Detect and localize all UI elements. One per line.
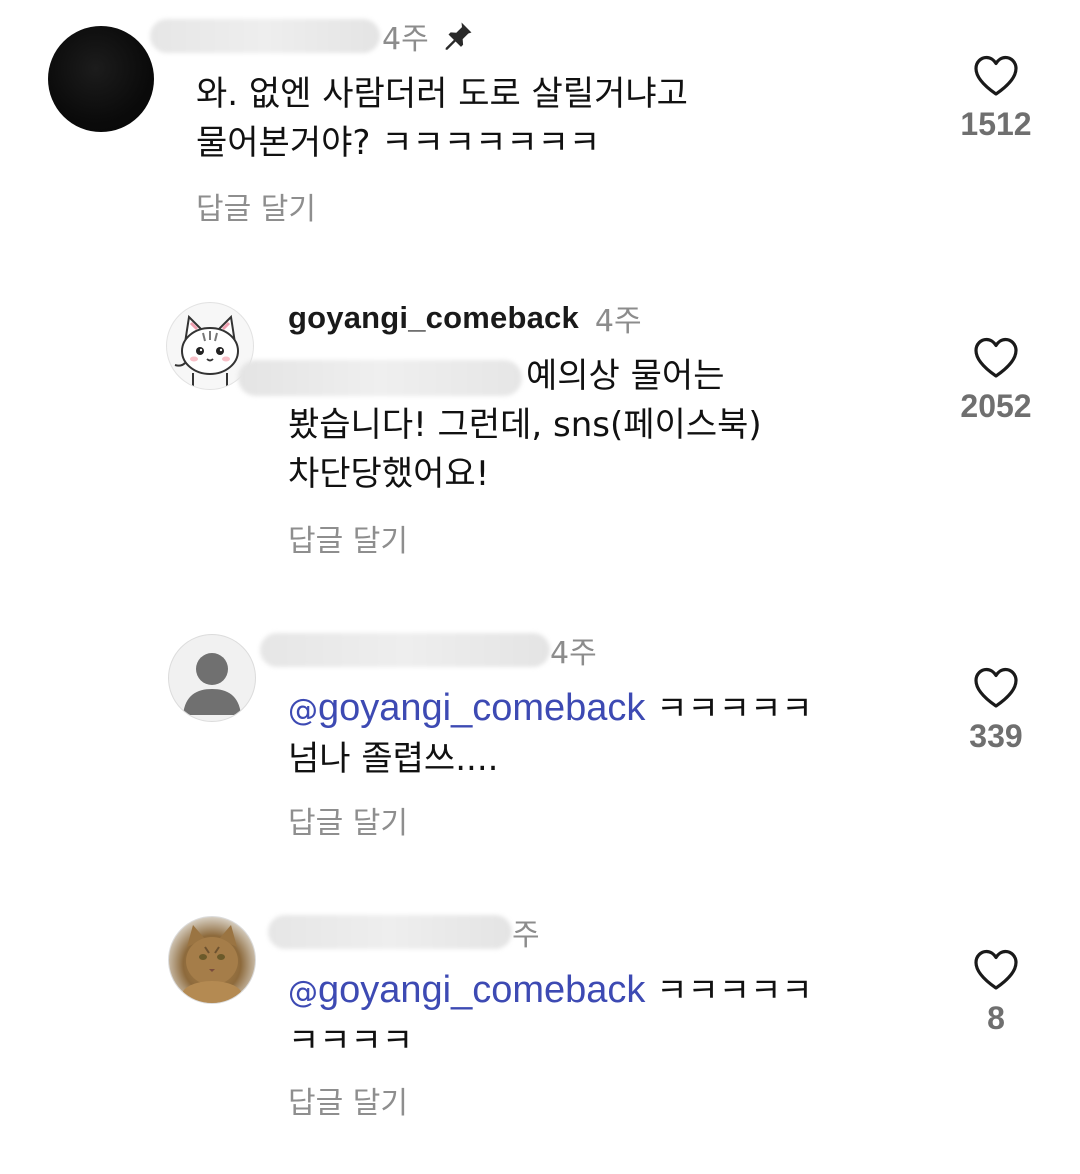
heart-icon: [974, 55, 1018, 96]
comment-text: 예의상 물어는 봤습니다! 그런데, sns(페이스북) 차단당했어요!: [238, 352, 762, 499]
reply-button[interactable]: 답글 달기: [288, 516, 408, 560]
reply-button[interactable]: 답글 달기: [196, 184, 316, 228]
heart-icon: [974, 667, 1018, 708]
comment-text: @goyangi_comeback ㅋㅋㅋㅋㅋ 넘나 졸렵쓰....: [288, 684, 813, 784]
avatar[interactable]: [48, 26, 154, 132]
comment-2: goyangi_comeback 4주 예의상 물어는 봤습니다! 그런데, s…: [0, 290, 1080, 580]
mention-link[interactable]: goyangi_comeback: [318, 969, 645, 1011]
like-count: 339: [969, 718, 1023, 754]
comment-time: 주: [512, 918, 540, 953]
username-redacted: [260, 633, 550, 667]
threads-icon: @: [288, 693, 318, 728]
comment-meta: 주: [268, 910, 540, 954]
avatar[interactable]: [168, 634, 256, 722]
comment-line: ㅋㅋㅋㅋㅋ: [645, 689, 813, 729]
comment-line: 물어본거야? ㅋㅋㅋㅋㅋㅋㅋ: [196, 123, 601, 163]
comment-text: 와. 없엔 사람더러 도로 살릴거냐고 물어본거야? ㅋㅋㅋㅋㅋㅋㅋ: [196, 70, 688, 168]
comment-time: 4주: [550, 636, 597, 671]
like-button[interactable]: 8: [946, 948, 1046, 1037]
mention-redacted: [238, 359, 522, 396]
like-count: 8: [987, 1000, 1005, 1036]
comment-text: @goyangi_comeback ㅋㅋㅋㅋㅋ ㅋㅋㅋㅋ: [288, 966, 813, 1066]
reply-button[interactable]: 답글 달기: [288, 1078, 408, 1122]
username[interactable]: goyangi_comeback: [288, 300, 579, 336]
like-button[interactable]: 2052: [946, 336, 1046, 425]
comment-line-1: @goyangi_comeback ㅋㅋㅋㅋㅋ: [288, 966, 813, 1017]
comment-line: 와. 없엔 사람더러 도로 살릴거냐고: [196, 74, 688, 114]
comment-4: 주 @goyangi_comeback ㅋㅋㅋㅋㅋ ㅋㅋㅋㅋ 답글 달기 8: [0, 902, 1080, 1142]
comment-time: 4주: [594, 304, 642, 339]
comment-time: 4주: [382, 22, 429, 57]
comment-line: ㅋㅋㅋㅋ: [288, 1021, 414, 1061]
username-redacted: [268, 915, 512, 949]
username-redacted: [150, 19, 380, 53]
heart-icon: [974, 949, 1018, 990]
comment-1: 4주 와. 없엔 사람더러 도로 살릴거냐고 물어본거야? ㅋㅋㅋㅋㅋㅋㅋ 답글…: [0, 0, 1080, 260]
pin-icon: [445, 22, 472, 50]
comment-meta: goyangi_comeback 4주: [288, 296, 642, 340]
heart-icon: [974, 337, 1018, 378]
like-count: 2052: [960, 388, 1032, 424]
comment-meta: 4주: [260, 628, 597, 672]
like-button[interactable]: 1512: [946, 54, 1046, 143]
comment-line-1: 예의상 물어는: [238, 352, 762, 401]
comment-line: 봤습니다! 그런데, sns(페이스북): [288, 405, 762, 445]
like-button[interactable]: 339: [946, 666, 1046, 755]
avatar[interactable]: [168, 916, 256, 1004]
comment-line: 예의상 물어는: [526, 356, 725, 396]
default-avatar-icon: [183, 653, 241, 715]
comment-line: 차단당했어요!: [288, 454, 490, 494]
comment-meta: 4주: [150, 14, 475, 58]
threads-icon: @: [288, 975, 318, 1010]
cat-photo-avatar-icon: [182, 925, 242, 1003]
comment-line: 넘나 졸렵쓰....: [288, 739, 499, 779]
reply-button[interactable]: 답글 달기: [288, 798, 408, 842]
like-count: 1512: [960, 106, 1032, 142]
comment-line: ㅋㅋㅋㅋㅋ: [645, 971, 813, 1011]
comment-line-1: @goyangi_comeback ㅋㅋㅋㅋㅋ: [288, 684, 813, 735]
mention-link[interactable]: goyangi_comeback: [318, 687, 645, 729]
comment-3: 4주 @goyangi_comeback ㅋㅋㅋㅋㅋ 넘나 졸렵쓰.... 답글…: [0, 620, 1080, 860]
